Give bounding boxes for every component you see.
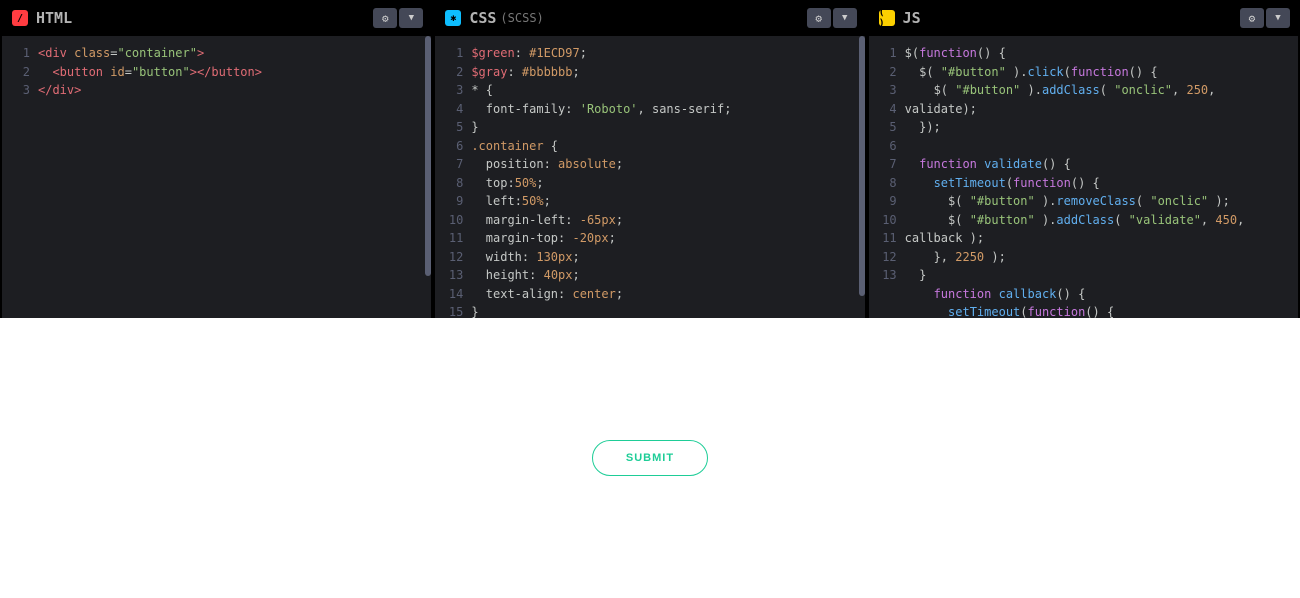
js-editor[interactable]: 12345678910111213 $(function() { $( "#bu… — [869, 36, 1298, 318]
css-code[interactable]: $green: #1ECD97;$gray: #bbbbbb;* { font-… — [471, 44, 864, 318]
js-panel: ( ) JS ▼ 12345678910111213 $(function() … — [869, 0, 1298, 318]
html-header: / HTML ▼ — [2, 0, 431, 36]
gear-icon[interactable] — [807, 8, 831, 28]
css-panel: ✱ CSS (SCSS) ▼ 123456789101112131415 $gr… — [435, 0, 864, 318]
css-sublabel: (SCSS) — [500, 11, 543, 25]
html-label: HTML — [36, 9, 72, 27]
html-icon: / — [12, 10, 28, 26]
js-code[interactable]: $(function() { $( "#button" ).click(func… — [905, 44, 1298, 318]
submit-button[interactable]: SUBMIT — [592, 440, 708, 476]
js-gutter: 12345678910111213 — [869, 44, 905, 318]
css-gutter: 123456789101112131415 — [435, 44, 471, 318]
css-label: CSS — [469, 9, 496, 27]
gear-icon[interactable] — [1240, 8, 1264, 28]
html-panel: / HTML ▼ 123 <div class="container"> <bu… — [2, 0, 431, 318]
preview-pane: SUBMIT — [0, 318, 1300, 598]
css-editor[interactable]: 123456789101112131415 $green: #1ECD97;$g… — [435, 36, 864, 318]
html-gutter: 123 — [2, 44, 38, 318]
gear-icon[interactable] — [373, 8, 397, 28]
scrollbar[interactable] — [859, 36, 865, 296]
editor-row: / HTML ▼ 123 <div class="container"> <bu… — [0, 0, 1300, 318]
js-label: JS — [903, 9, 921, 27]
chevron-down-icon[interactable]: ▼ — [1266, 8, 1290, 28]
html-editor[interactable]: 123 <div class="container"> <button id="… — [2, 36, 431, 318]
chevron-down-icon[interactable]: ▼ — [399, 8, 423, 28]
js-icon: ( ) — [879, 10, 895, 26]
html-code[interactable]: <div class="container"> <button id="butt… — [38, 44, 431, 318]
css-header: ✱ CSS (SCSS) ▼ — [435, 0, 864, 36]
chevron-down-icon[interactable]: ▼ — [833, 8, 857, 28]
css-icon: ✱ — [445, 10, 461, 26]
js-header: ( ) JS ▼ — [869, 0, 1298, 36]
scrollbar[interactable] — [425, 36, 431, 276]
